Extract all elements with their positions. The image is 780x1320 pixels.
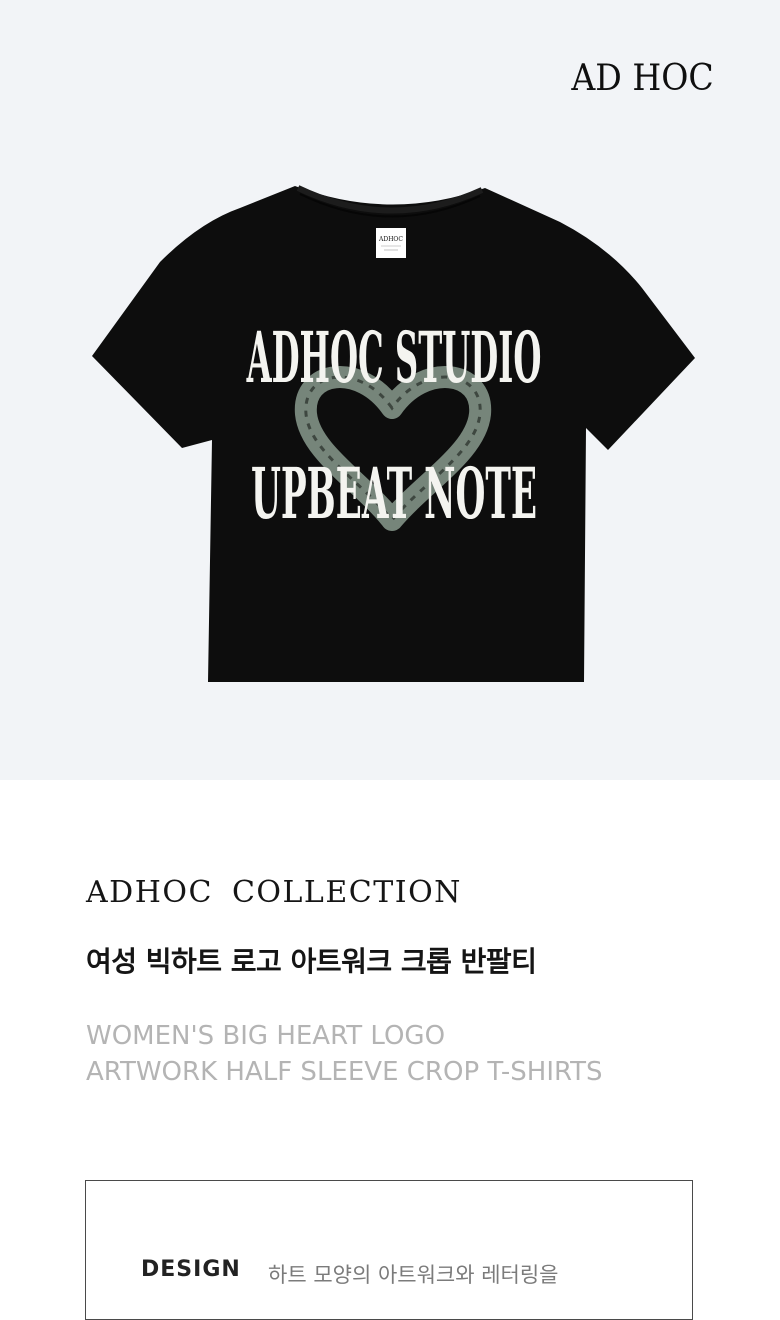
print-line-bottom: UPBEAT NOTE — [251, 453, 537, 536]
design-label: DESIGN — [141, 1257, 241, 1282]
tshirt-image: ADHOC ADHOC STUDIO UPBEAT NOTE — [0, 0, 780, 780]
product-title-en-line: ARTWORK HALF SLEEVE CROP T-SHIRTS — [86, 1057, 603, 1087]
product-info: ADHOC COLLECTION 여성 빅하트 로고 아트워크 크롭 반팔티 W… — [0, 780, 780, 1320]
neck-label: ADHOC — [376, 228, 406, 258]
product-title-ko: 여성 빅하트 로고 아트워크 크롭 반팔티 — [86, 945, 537, 978]
design-description: 하트 모양의 아트워크와 레터링을 — [268, 1263, 559, 1287]
print-line-top: ADHOC STUDIO — [246, 316, 541, 398]
product-title-en-line: WOMEN'S BIG HEART LOGO — [86, 1021, 446, 1051]
svg-text:ADHOC: ADHOC — [378, 236, 403, 243]
tshirt-body — [92, 186, 695, 682]
design-detail-box: DESIGN 하트 모양의 아트워크와 레터링을 — [85, 1180, 693, 1320]
collection-name: ADHOC COLLECTION — [86, 875, 462, 910]
product-title-en: WOMEN'S BIG HEART LOGO ARTWORK HALF SLEE… — [86, 1018, 706, 1090]
product-hero-image: AD HOC ADHOC ADHOC STUDIO UPBEAT NOTE — [0, 0, 780, 780]
